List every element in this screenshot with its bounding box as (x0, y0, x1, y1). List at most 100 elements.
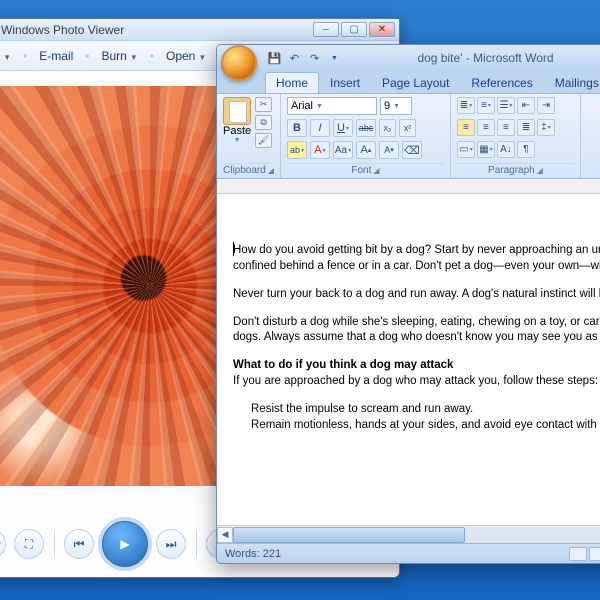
chevron-down-icon: ▼ (331, 55, 338, 62)
shading-button[interactable]: ▭▾ (457, 141, 475, 158)
highlight-button[interactable]: ab▾ (287, 141, 307, 159)
numbering-icon: ≡ (481, 100, 487, 111)
word-titlebar[interactable]: 💾 ↶ ↷ ▼ dog bite' - Microsoft Word (217, 45, 600, 71)
paste-icon (223, 97, 251, 125)
chevron-down-icon: ▼ (3, 53, 11, 62)
chevron-down-icon: ▾ (0, 540, 1, 548)
align-left-button[interactable]: ≡ (457, 119, 475, 136)
align-left-icon: ≡ (463, 122, 469, 133)
chevron-down-icon: ▼ (234, 137, 241, 144)
document-page[interactable]: How do you avoid getting bit by a dog? S… (217, 194, 600, 525)
font-size-combo[interactable]: 9▼ (380, 97, 412, 115)
multilevel-icon: ☰ (499, 100, 508, 111)
doc-heading: What to do if you think a dog may attack (233, 359, 453, 371)
redo-icon: ↷ (310, 52, 319, 65)
format-painter-button[interactable]: 🖌 (255, 133, 272, 148)
minimize-button[interactable]: – (313, 22, 339, 37)
numbering-button[interactable]: ≡▾ (477, 97, 495, 114)
status-words[interactable]: Words: 221 (225, 548, 281, 560)
view-print-layout-button[interactable] (569, 547, 587, 561)
separator (52, 529, 56, 559)
chevron-down-icon: ▼ (316, 103, 323, 110)
multilevel-button[interactable]: ☰▾ (497, 97, 515, 114)
photo-viewer-title: hrysanthemum - Windows Photo Viewer (0, 23, 124, 37)
change-case-button[interactable]: Aa▾ (333, 141, 353, 159)
font-color-button[interactable]: A▾ (310, 141, 330, 159)
chevron-down-icon: ▼ (393, 103, 400, 110)
group-label: Paragraph (488, 165, 535, 176)
increase-indent-button[interactable]: ⇥ (537, 97, 555, 114)
dialog-launcher-icon[interactable]: ◢ (373, 166, 379, 175)
zoom-button[interactable]: 🔍▾ (0, 529, 6, 559)
decrease-indent-button[interactable]: ⇤ (517, 97, 535, 114)
clear-formatting-button[interactable]: ⌫ (402, 141, 422, 159)
align-center-button[interactable]: ≡ (477, 119, 495, 136)
bullets-icon: ≣ (460, 100, 468, 111)
shrink-font-button[interactable]: A▾ (379, 141, 399, 159)
previous-button[interactable]: ⏮ (64, 529, 94, 559)
maximize-button[interactable]: ▢ (341, 22, 367, 37)
italic-button[interactable]: I (310, 119, 330, 137)
align-right-button[interactable]: ≡ (497, 119, 515, 136)
tab-mailings[interactable]: Mailings (544, 72, 600, 93)
menu-burn[interactable]: Burn▼ (96, 47, 144, 65)
tab-page-layout[interactable]: Page Layout (371, 72, 460, 93)
subscript-button[interactable]: x₂ (379, 119, 396, 137)
tab-home[interactable]: Home (265, 72, 319, 93)
scroll-track[interactable] (233, 527, 600, 543)
horizontal-ruler[interactable] (217, 179, 600, 194)
cut-button[interactable]: ✂ (255, 97, 272, 112)
dialog-launcher-icon[interactable]: ◢ (268, 166, 274, 175)
borders-button[interactable]: ▦▾ (477, 141, 495, 158)
strikethrough-button[interactable]: abc (356, 119, 376, 137)
border-icon: ▦ (479, 144, 488, 155)
word-window: 💾 ↶ ↷ ▼ dog bite' - Microsoft Word Home … (216, 44, 600, 564)
undo-icon: ↶ (290, 52, 299, 65)
sort-button[interactable]: A↓ (497, 141, 515, 158)
group-clipboard: Paste ▼ ✂ ⧉ 🖌 Clipboard◢ (217, 94, 281, 178)
menu-print[interactable]: Print▼ (0, 47, 17, 65)
play-slideshow-button[interactable]: ▶ (102, 521, 148, 567)
copy-icon: ⧉ (260, 117, 266, 128)
group-paragraph: ≣▾ ≡▾ ☰▾ ⇤ ⇥ ≡ ≡ ≡ ≣ ‡▾ ▭▾ ▦▾ A↓ ¶ Parag… (451, 94, 581, 178)
save-button[interactable]: 💾 (267, 51, 282, 66)
bold-button[interactable]: B (287, 119, 307, 137)
underline-button[interactable]: U▾ (333, 119, 353, 137)
paste-label: Paste (223, 125, 251, 137)
chevron-down-icon: ▼ (130, 53, 138, 62)
copy-button[interactable]: ⧉ (255, 115, 272, 130)
word-statusbar: Words: 221 (217, 543, 600, 563)
scroll-thumb[interactable] (233, 527, 465, 543)
paste-button[interactable]: Paste ▼ (223, 97, 251, 148)
eraser-icon: ⌫ (404, 144, 420, 157)
tab-references[interactable]: References (460, 72, 543, 93)
tab-insert[interactable]: Insert (319, 72, 371, 93)
line-spacing-button[interactable]: ‡▾ (537, 119, 555, 136)
undo-button[interactable]: ↶ (287, 51, 302, 66)
scroll-left-button[interactable]: ◀ (217, 527, 233, 543)
align-right-icon: ≡ (503, 122, 509, 133)
justify-icon: ≣ (522, 122, 530, 133)
font-face-combo[interactable]: Arial▼ (287, 97, 377, 115)
word-title: dog bite' - Microsoft Word (342, 51, 600, 65)
view-full-screen-button[interactable] (589, 547, 600, 561)
horizontal-scrollbar[interactable]: ◀ ▶ (217, 525, 600, 543)
menu-open[interactable]: Open▼ (160, 47, 212, 65)
photo-viewer-titlebar[interactable]: hrysanthemum - Windows Photo Viewer – ▢ … (0, 19, 399, 41)
save-icon: 💾 (268, 52, 282, 65)
redo-button[interactable]: ↷ (307, 51, 322, 66)
qat-customize[interactable]: ▼ (327, 51, 342, 66)
grow-font-button[interactable]: A▴ (356, 141, 376, 159)
fit-to-window-button[interactable]: ⛶ (14, 529, 44, 559)
justify-button[interactable]: ≣ (517, 119, 535, 136)
superscript-button[interactable]: x² (399, 119, 416, 137)
indent-left-icon: ⇤ (522, 100, 530, 111)
office-button[interactable] (221, 45, 257, 81)
dialog-launcher-icon[interactable]: ◢ (537, 166, 543, 175)
close-button[interactable]: ✕ (369, 22, 395, 37)
bullets-button[interactable]: ≣▾ (457, 97, 475, 114)
menu-email[interactable]: E-mail (33, 47, 79, 65)
next-button[interactable]: ⏭ (156, 529, 186, 559)
show-marks-button[interactable]: ¶ (517, 141, 535, 158)
list-item: Remain motionless, hands at your sides, … (251, 418, 600, 434)
